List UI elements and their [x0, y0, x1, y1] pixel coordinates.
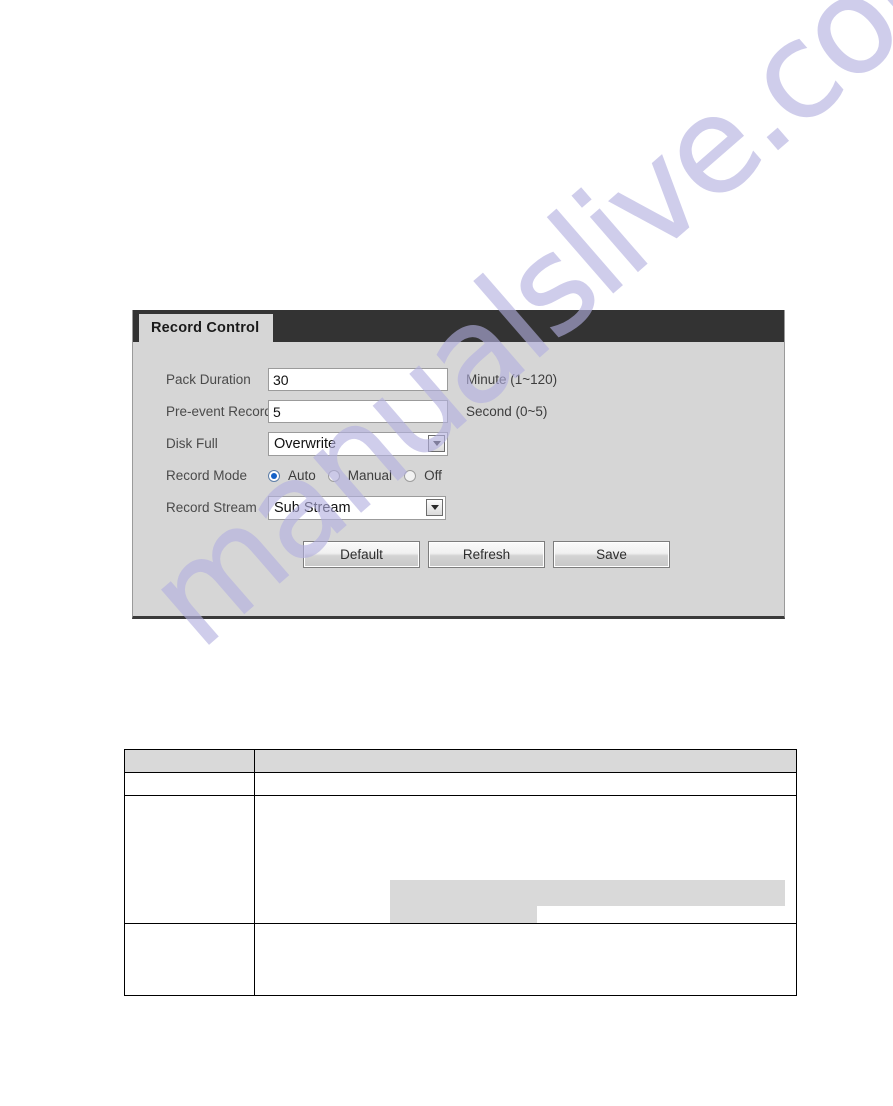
record-stream-select[interactable]: Sub Stream: [268, 495, 446, 520]
hint-pre-event-record: Second (0~5): [466, 404, 548, 419]
radio-label-off: Off: [424, 468, 442, 483]
field-disk-full: Overwrite: [268, 431, 448, 456]
row-record-mode: Record Mode Auto Manual Off: [133, 460, 784, 491]
radio-label-auto: Auto: [288, 468, 316, 483]
parameter-description-table: [124, 749, 797, 996]
radio-label-manual: Manual: [347, 468, 393, 483]
table-row: [124, 749, 797, 773]
radio-dot-manual[interactable]: [327, 469, 340, 482]
record-control-panel: Record Control Pack Duration Minute (1~1…: [132, 310, 785, 619]
table-row: [124, 772, 797, 796]
row-disk-full: Disk Full Overwrite: [133, 428, 784, 459]
table-cell: [124, 923, 255, 996]
table-cell: [254, 923, 797, 996]
table-cell: [254, 795, 797, 924]
table-cell: [254, 772, 797, 796]
radio-dot-off[interactable]: [404, 469, 417, 482]
panel-body: Pack Duration Minute (1~120) Pre-event R…: [133, 342, 784, 616]
radio-record-mode-off[interactable]: Off: [404, 468, 442, 483]
refresh-button[interactable]: Refresh: [428, 541, 545, 568]
disk-full-select[interactable]: Overwrite: [268, 431, 448, 456]
label-record-mode: Record Mode: [166, 468, 248, 483]
row-pack-duration: Pack Duration Minute (1~120): [133, 364, 784, 395]
record-mode-radio-group: Auto Manual Off: [268, 468, 442, 483]
default-button[interactable]: Default: [303, 541, 420, 568]
radio-dot-auto[interactable]: [268, 469, 280, 482]
row-record-stream: Record Stream Sub Stream: [133, 492, 784, 523]
pack-duration-input[interactable]: [268, 368, 448, 391]
label-pack-duration: Pack Duration: [166, 372, 251, 387]
shaded-block-lower: [390, 906, 537, 923]
panel-button-row: Default Refresh Save: [133, 541, 784, 568]
label-record-stream: Record Stream: [166, 500, 257, 515]
save-button[interactable]: Save: [553, 541, 670, 568]
label-disk-full: Disk Full: [166, 436, 218, 451]
pre-event-record-input[interactable]: [268, 400, 448, 423]
panel-header-bar: Record Control: [133, 310, 784, 342]
disk-full-selected-value: Overwrite: [274, 435, 337, 452]
field-pack-duration: Minute (1~120): [268, 368, 557, 391]
chevron-down-icon[interactable]: [428, 435, 445, 452]
chevron-down-icon[interactable]: [426, 499, 443, 516]
row-pre-event-record: Pre-event Record Second (0~5): [133, 396, 784, 427]
radio-record-mode-auto[interactable]: Auto: [268, 468, 316, 483]
table-cell: [124, 772, 255, 796]
shaded-block-upper: [390, 880, 785, 906]
record-stream-selected-value: Sub Stream: [274, 499, 351, 516]
hint-pack-duration: Minute (1~120): [466, 372, 558, 387]
table-cell: [124, 749, 255, 773]
radio-record-mode-manual[interactable]: Manual: [327, 468, 393, 483]
table-row: [124, 923, 797, 996]
field-record-mode: Auto Manual Off: [268, 468, 442, 483]
field-record-stream: Sub Stream: [268, 495, 446, 520]
label-pre-event-record: Pre-event Record: [166, 404, 272, 419]
table-cell: [124, 795, 255, 924]
table-row: [124, 795, 797, 924]
field-pre-event-record: Second (0~5): [268, 400, 547, 423]
table-cell: [254, 749, 797, 773]
tab-record-control[interactable]: Record Control: [139, 314, 274, 342]
